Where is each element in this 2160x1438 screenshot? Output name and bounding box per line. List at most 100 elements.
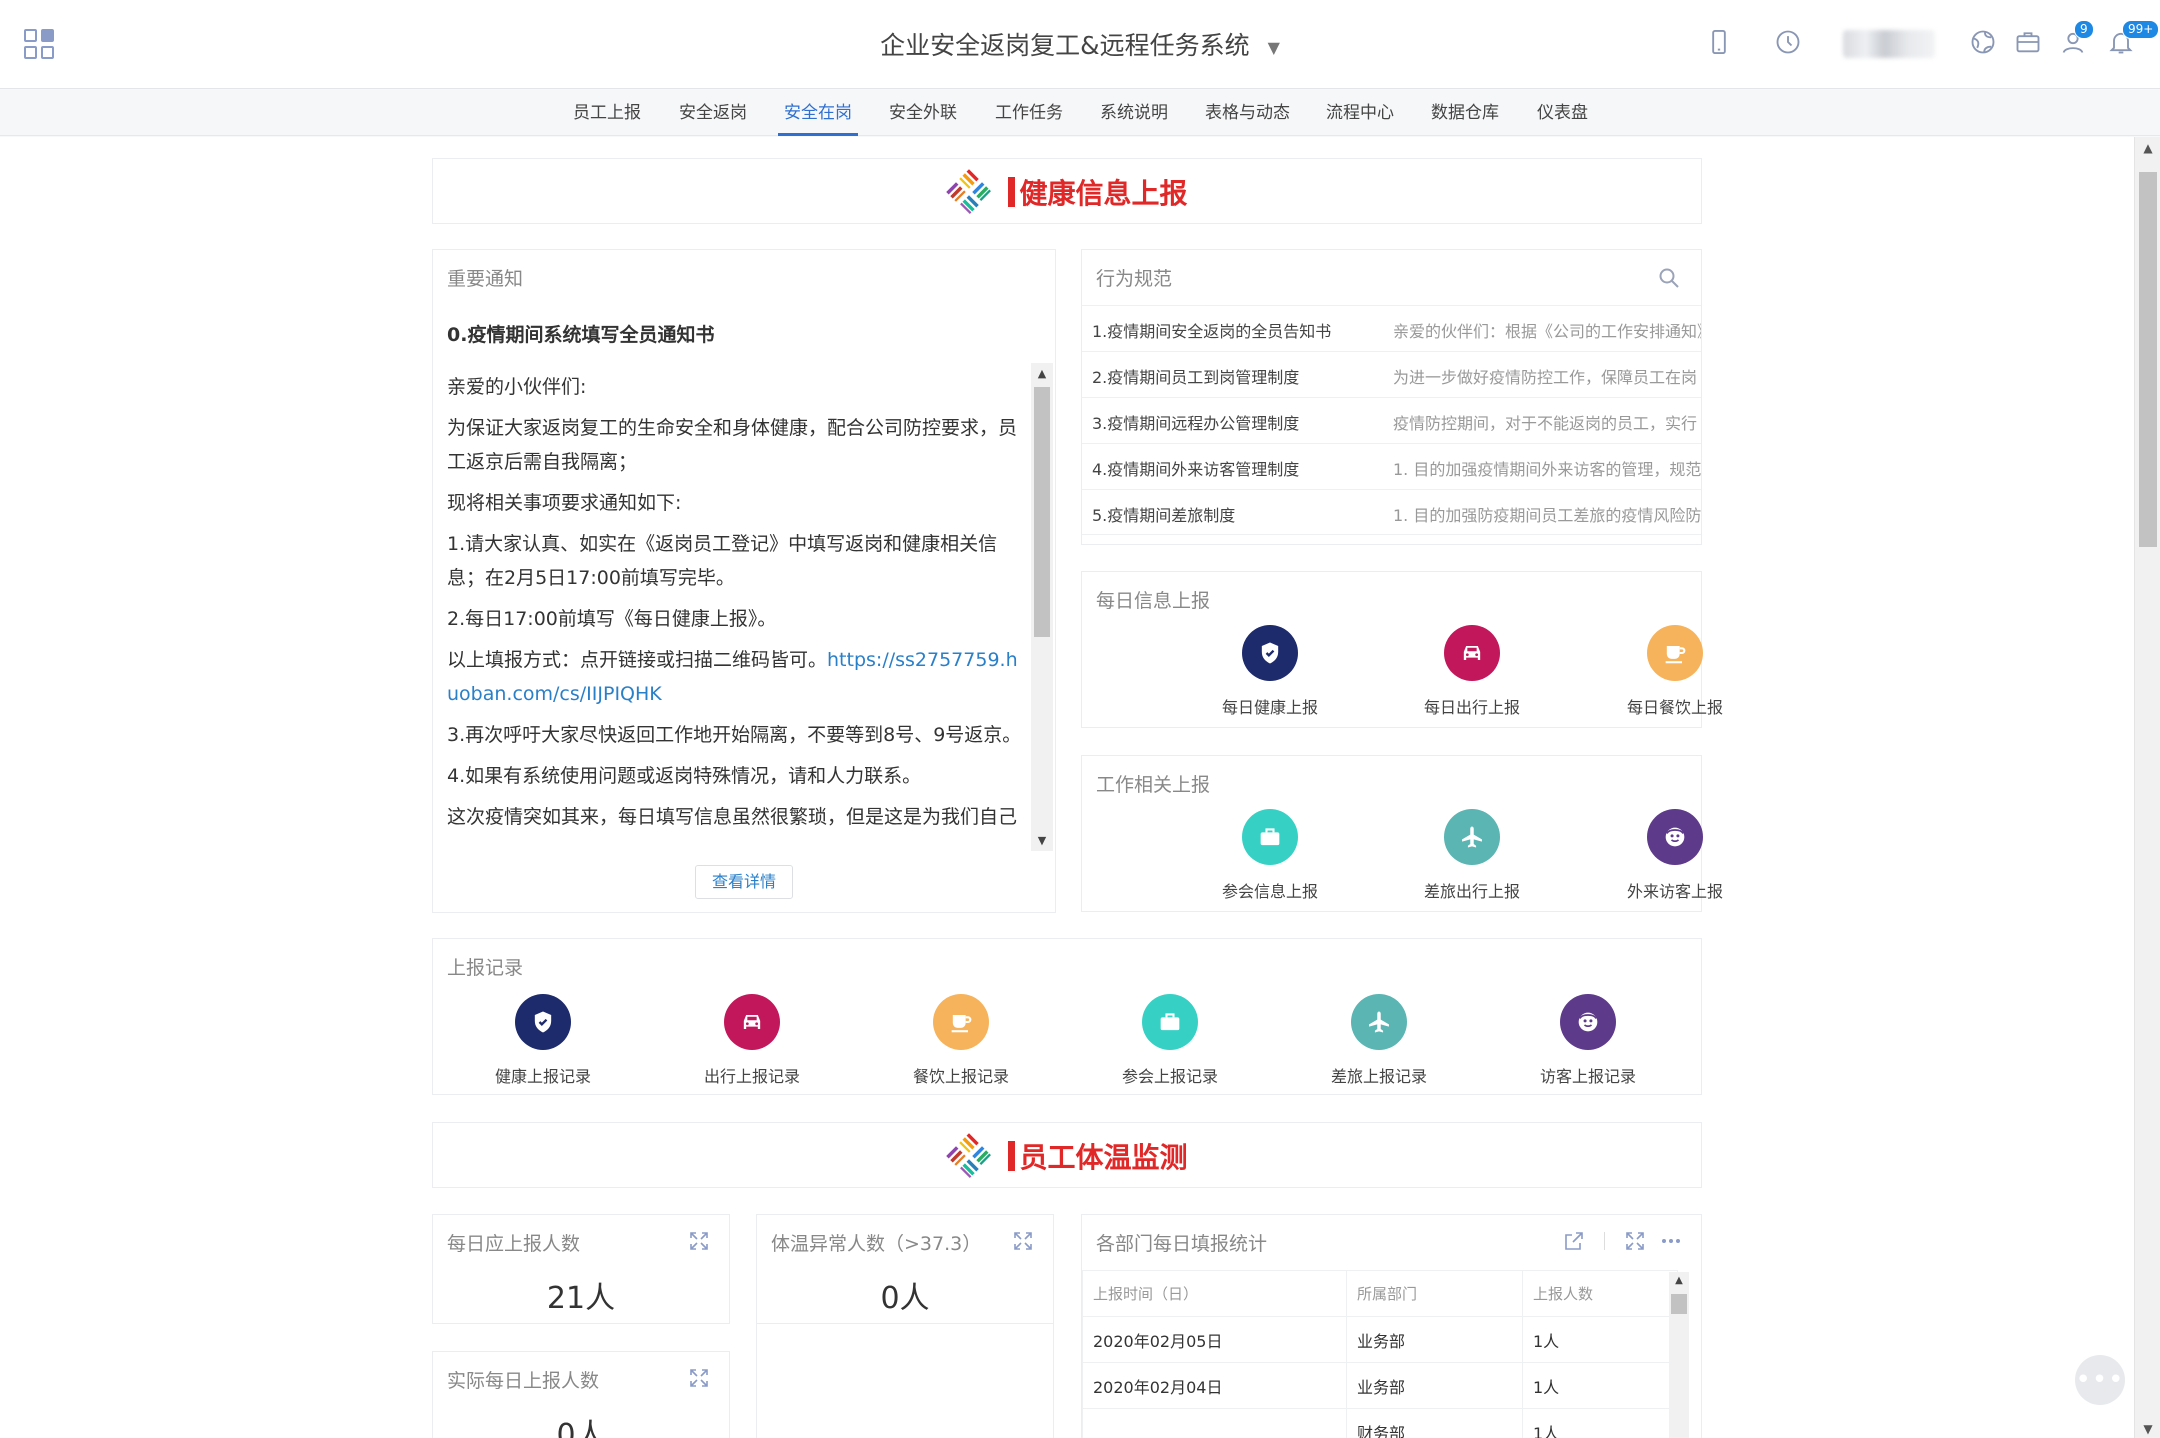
temperature-section-header: 员工体温监测	[432, 1122, 1702, 1188]
app-title[interactable]: 企业安全返岗复工&远程任务系统 ▼	[0, 26, 2160, 62]
dept-label: 各部门每日填报统计	[1096, 1233, 1268, 1255]
tab-safe-outreach[interactable]: 安全外联	[889, 90, 957, 136]
notice-link-prefix: 以上填报方式：点开链接或扫描二维码皆可。	[447, 649, 828, 671]
dashboard-content	[0, 137, 2134, 1438]
meeting-records-button[interactable]: 参会上报记录	[1090, 994, 1250, 1087]
scroll-down-arrow[interactable]: ▼	[2135, 1422, 2160, 1436]
tab-work-tasks[interactable]: 工作任务	[995, 90, 1063, 136]
travel-records-button[interactable]: 出行上报记录	[672, 994, 832, 1087]
globe-icon[interactable]	[1968, 28, 1998, 58]
expand-icon[interactable]	[1011, 1229, 1035, 1253]
daily-report-card: 每日信息上报 每日健康上报 每日出行上报 每日餐饮上报	[1081, 571, 1723, 728]
tab-data-warehouse[interactable]: 数据仓库	[1431, 90, 1499, 136]
visitor-face-icon	[1647, 809, 1703, 865]
tab-safe-on-duty[interactable]: 安全在岗	[778, 90, 858, 136]
main-nav: 员工上报 安全返岗 安全在岗 安全外联 工作任务 系统说明 表格与动态 流程中心…	[0, 90, 2160, 136]
health-section-title: 健康信息上报	[1019, 177, 1188, 210]
abnormal-temp-chart-area	[756, 1324, 1054, 1438]
table-row[interactable]: 2020年02月05日 业务部 1人	[1082, 1316, 1678, 1363]
column-header[interactable]: 上报人数	[1522, 1270, 1678, 1317]
rule-title: 1.疫情期间安全返岗的全员告知书	[1092, 322, 1332, 341]
department-stats-table: 上报时间（日） 所属部门 上报人数 2020年02月05日 业务部 1人 2020年…	[1082, 1270, 1678, 1438]
stat-label: 实际每日上报人数	[447, 1370, 600, 1392]
daily-travel-label: 每日出行上报	[1423, 698, 1520, 717]
user-avatar[interactable]	[1843, 30, 1935, 58]
chevron-down-icon[interactable]: ▼	[1268, 38, 1280, 57]
tab-dashboard[interactable]: 仪表盘	[1537, 90, 1588, 136]
meeting-report-button[interactable]: 参会信息上报	[1190, 809, 1350, 902]
notifications-badge: 99+	[2122, 20, 2160, 39]
expand-icon[interactable]	[687, 1366, 711, 1390]
car-icon	[724, 994, 780, 1050]
visitor-report-button[interactable]: 外来访客上报	[1595, 809, 1755, 902]
department-stats-card: 各部门每日填报统计 上报时间（日） 所属部门 上报人数 2020年02月05日业…	[1081, 1214, 1702, 1438]
health-records-label: 健康上报记录	[494, 1067, 591, 1086]
visitor-face-icon	[1560, 994, 1616, 1050]
car-icon	[1444, 625, 1500, 681]
contacts-icon[interactable]: 9	[2058, 20, 2094, 58]
visitor-report-label: 外来访客上报	[1626, 882, 1723, 901]
top-bar: 企业安全返岗复工&远程任务系统 ▼ 9 99+	[0, 0, 2160, 89]
cup-icon	[933, 994, 989, 1050]
daily-meal-report-button[interactable]: 每日餐饮上报	[1595, 625, 1755, 718]
brand-logo-icon	[946, 1133, 992, 1178]
brand-logo-icon	[946, 169, 992, 214]
more-icon[interactable]	[1659, 1229, 1683, 1253]
airplane-icon	[1351, 994, 1407, 1050]
rule-title: 4.疫情期间外来访客管理制度	[1092, 460, 1300, 479]
tab-workflow-center[interactable]: 流程中心	[1326, 90, 1394, 136]
trip-records-button[interactable]: 差旅上报记录	[1299, 994, 1459, 1087]
rule-row[interactable]: 5.疫情期间差旅制度 1. 目的加强防疫期间员工差旅的疫情风险防	[1082, 489, 1701, 535]
open-external-icon[interactable]	[1562, 1229, 1586, 1253]
rule-row[interactable]: 2.疫情期间员工到岗管理制度 为进一步做好疫情防控工作，保障员工在岗	[1082, 351, 1701, 397]
expand-icon[interactable]	[687, 1229, 711, 1253]
table-row[interactable]: 2020年02月04日 业务部 1人	[1082, 1362, 1678, 1409]
more-actions-float-button[interactable]: •••	[2075, 1355, 2125, 1405]
stat-value: 21人	[546, 1281, 616, 1316]
rule-row[interactable]: 3.疫情期间远程办公管理制度 疫情防控期间，对于不能返岗的员工，实行	[1082, 397, 1701, 443]
daily-health-label: 每日健康上报	[1221, 698, 1318, 717]
stat-value: 0人	[556, 1418, 606, 1438]
cell-date	[1082, 1408, 1347, 1438]
briefcase-icon	[1142, 994, 1198, 1050]
search-icon[interactable]	[1657, 266, 1681, 290]
business-trip-report-button[interactable]: 差旅出行上报	[1392, 809, 1552, 902]
bell-icon[interactable]: 99+	[2106, 20, 2160, 58]
shield-icon	[1242, 625, 1298, 681]
rule-row[interactable]: 1.疫情期间安全返岗的全员告知书 亲爱的伙伴们：根据《公司的工作安排通知》	[1082, 305, 1701, 351]
tab-safe-return[interactable]: 安全返岗	[679, 90, 747, 136]
app-title-text: 企业安全返岗复工&远程任务系统	[880, 31, 1250, 60]
stat-value: 0人	[880, 1281, 930, 1316]
page-scrollbar[interactable]: ▲ ▼	[2134, 137, 2160, 1438]
cell-date: 2020年02月04日	[1082, 1362, 1347, 1409]
meeting-records-label: 参会上报记录	[1121, 1067, 1218, 1086]
tab-system-guide[interactable]: 系统说明	[1100, 90, 1168, 136]
clock-icon[interactable]	[1773, 28, 1803, 58]
rules-label: 行为规范	[1096, 268, 1173, 290]
table-header-row: 上报时间（日） 所属部门 上报人数	[1082, 1270, 1678, 1317]
visitor-records-button[interactable]: 访客上报记录	[1508, 994, 1668, 1087]
records-label: 上报记录	[447, 957, 524, 979]
rule-row[interactable]: 4.疫情期间外来访客管理制度 1. 目的加强疫情期间外来访客的管理，规范	[1082, 443, 1701, 489]
mobile-icon[interactable]	[1704, 28, 1734, 58]
table-row[interactable]: 财务部 1人	[1082, 1408, 1678, 1438]
column-header[interactable]: 所属部门	[1346, 1270, 1523, 1317]
tab-employee-report[interactable]: 员工上报	[573, 90, 641, 136]
briefcase-icon[interactable]	[2013, 28, 2043, 58]
tab-forms-updates[interactable]: 表格与动态	[1205, 90, 1290, 136]
expand-icon[interactable]	[1623, 1229, 1647, 1253]
scrollbar-thumb[interactable]	[2139, 172, 2157, 547]
meal-records-button[interactable]: 餐饮上报记录	[881, 994, 1041, 1087]
rule-title: 3.疫情期间远程办公管理制度	[1092, 414, 1300, 433]
daily-travel-report-button[interactable]: 每日出行上报	[1392, 625, 1552, 718]
scroll-up-arrow[interactable]: ▲	[2135, 141, 2160, 155]
notice-scrollbar[interactable]: ▲ ▼	[1031, 363, 1053, 851]
daily-health-report-button[interactable]: 每日健康上报	[1190, 625, 1350, 718]
table-scrollbar[interactable]: ▲	[1669, 1272, 1689, 1438]
health-records-button[interactable]: 健康上报记录	[463, 994, 623, 1087]
column-header[interactable]: 上报时间（日）	[1082, 1270, 1347, 1317]
view-details-button[interactable]: 查看详情	[695, 865, 793, 899]
notice-body: 亲爱的小伙伴们: 为保证大家返岗复工的生命安全和身体健康，配合公司防控要求，员工…	[447, 370, 1027, 850]
meeting-report-label: 参会信息上报	[1221, 882, 1318, 901]
notice-heading: 0.疫情期间系统填写全员通知书	[447, 324, 715, 346]
